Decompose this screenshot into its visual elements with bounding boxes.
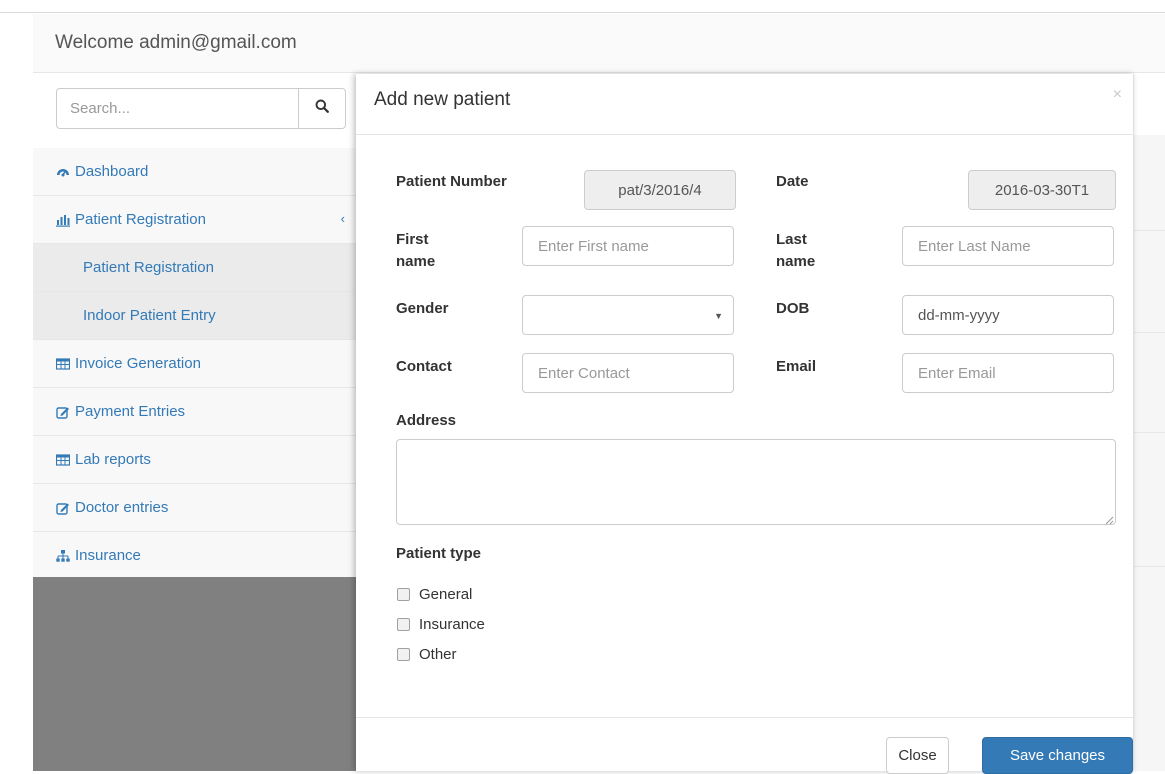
caret-down-icon: ▼ [714, 311, 723, 321]
email-input[interactable] [902, 353, 1114, 393]
sidebar-item-lab-reports[interactable]: Lab reports [33, 436, 367, 484]
sidebar-item-label: Doctor entries [75, 499, 169, 516]
last-name-label-line: Last [776, 231, 807, 248]
gender-select[interactable]: ▼ [522, 295, 734, 335]
patient-type-option-general[interactable]: General [397, 586, 472, 603]
patient-number-field[interactable] [584, 170, 736, 210]
sidebar-item-label: Patient Registration [75, 211, 206, 228]
dashboard-icon [55, 164, 71, 180]
sidebar-subitem-indoor-patient-entry[interactable]: Indoor Patient Entry [33, 292, 367, 340]
email-label: Email [776, 358, 817, 375]
address-textarea[interactable] [396, 439, 1116, 525]
contact-label: Contact [396, 358, 452, 375]
edit-icon [55, 404, 71, 420]
navbar-header: Welcome admin@gmail.com [33, 14, 1165, 73]
patient-type-option-insurance[interactable]: Insurance [397, 616, 485, 633]
first-name-label: First name [396, 229, 435, 273]
search-input[interactable] [56, 88, 299, 129]
gender-label: Gender [396, 300, 449, 317]
first-name-input[interactable] [522, 226, 734, 266]
welcome-text: Welcome admin@gmail.com [55, 32, 297, 53]
dob-label: DOB [776, 300, 810, 317]
checkbox[interactable] [397, 648, 410, 661]
sidebar-item-label: Invoice Generation [75, 355, 201, 372]
date-label: Date [776, 173, 809, 190]
dob-input[interactable]: dd-mm-yyyy [902, 295, 1114, 335]
sidebar-search [33, 74, 367, 148]
checkbox-label: General [419, 586, 473, 603]
bar-chart-icon [55, 212, 71, 228]
sidebar-item-insurance[interactable]: Insurance [33, 532, 367, 580]
modal-header: Add new patient × [356, 74, 1134, 135]
sidebar-subitem-patient-registration[interactable]: Patient Registration [33, 244, 367, 292]
patient-number-label: Patient Number [396, 173, 507, 190]
dob-input-value: dd-mm-yyyy [918, 306, 1000, 324]
sidebar-item-label: Dashboard [75, 163, 149, 180]
table-icon [55, 356, 71, 372]
search-button[interactable] [298, 88, 346, 129]
patient-type-option-other[interactable]: Other [397, 646, 457, 663]
sidebar-item-invoice-generation[interactable]: Invoice Generation [33, 340, 367, 388]
sidebar-item-label: Indoor Patient Entry [83, 307, 216, 324]
last-name-input[interactable] [902, 226, 1114, 266]
checkbox-label: Insurance [419, 616, 485, 633]
sitemap-icon [55, 548, 71, 564]
checkbox[interactable] [397, 618, 410, 631]
sidebar-item-patient-registration[interactable]: Patient Registration ‹ [33, 196, 367, 244]
sidebar-item-label: Lab reports [75, 451, 151, 468]
contact-input[interactable] [522, 353, 734, 393]
sidebar-item-doctor-entries[interactable]: Doctor entries [33, 484, 367, 532]
checkbox-label: Other [419, 646, 457, 663]
last-name-label-line: name [776, 253, 816, 270]
sidebar-menu: Dashboard Patient Registration ‹ Patient… [33, 148, 367, 580]
sidebar-item-label: Insurance [75, 547, 141, 564]
save-changes-button[interactable]: Save changes [982, 737, 1133, 774]
table-icon [55, 452, 71, 468]
date-field[interactable] [968, 170, 1116, 210]
sidebar-item-payment-entries[interactable]: Payment Entries [33, 388, 367, 436]
sidebar-item-label: Patient Registration [83, 259, 214, 276]
close-icon[interactable]: × [1113, 86, 1122, 104]
chevron-left-icon: ‹ [340, 211, 345, 226]
modal-title: Add new patient [374, 89, 511, 110]
checkbox[interactable] [397, 588, 410, 601]
sidebar-item-dashboard[interactable]: Dashboard [33, 148, 367, 196]
last-name-label: Last name [776, 229, 815, 273]
top-rule [0, 12, 1165, 13]
first-name-label-line: name [396, 253, 436, 270]
first-name-label-line: First [396, 231, 429, 248]
search-icon [315, 99, 329, 118]
patient-type-label: Patient type [396, 545, 482, 562]
edit-icon [55, 500, 71, 516]
modal-backdrop-region [33, 577, 356, 771]
address-label: Address [396, 412, 457, 429]
close-button[interactable]: Close [886, 737, 949, 774]
sidebar-item-label: Payment Entries [75, 403, 186, 420]
add-patient-modal: Add new patient × Patient Number Date Fi… [356, 74, 1134, 774]
modal-footer: Close Save changes [356, 717, 1134, 774]
